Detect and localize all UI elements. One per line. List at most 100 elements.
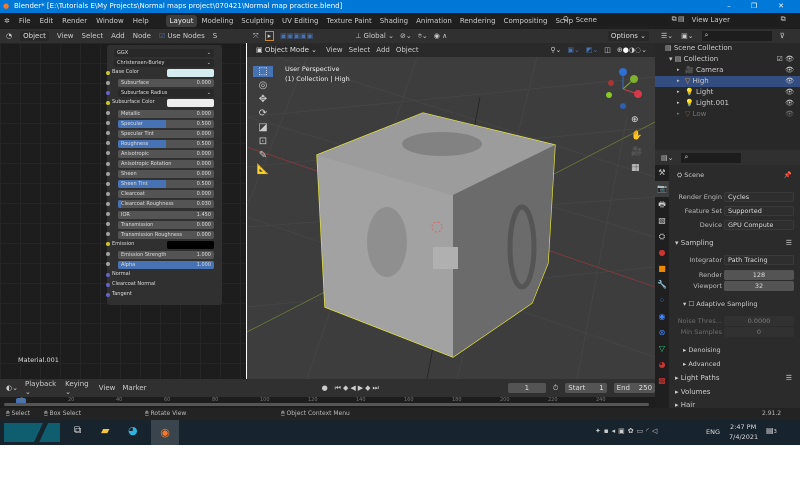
device-dropdown[interactable]: GPU Compute xyxy=(724,220,794,230)
outliner-search-input[interactable]: ⌕ xyxy=(701,31,772,41)
object-mode-dropdown[interactable]: ▣ Object Mode ⌄ xyxy=(253,45,321,55)
input-slider[interactable]: Transmission Roughness 0.000 xyxy=(118,230,214,239)
min-samples-field[interactable]: 0 xyxy=(724,327,794,337)
input-socket-icon[interactable] xyxy=(106,131,110,136)
menu-file[interactable]: File xyxy=(19,17,31,25)
node-input-row[interactable]: Subsurface Color xyxy=(106,98,217,108)
expand-arrow-icon[interactable]: ▸ xyxy=(677,87,680,98)
input-socket-icon[interactable] xyxy=(106,282,110,287)
search-widget[interactable] xyxy=(4,423,60,442)
render-samples-field[interactable]: 128 xyxy=(724,270,794,280)
camera-view-icon[interactable]: 🎥 xyxy=(631,147,642,157)
node-input-row[interactable]: Sheen Tint 0.500 xyxy=(106,179,217,189)
input-socket-icon[interactable] xyxy=(106,141,110,146)
node-input-row[interactable]: Transmission 0.000 xyxy=(106,220,217,230)
input-slider[interactable]: Emission Strength 1.000 xyxy=(118,250,214,259)
input-socket-icon[interactable] xyxy=(106,212,110,216)
world-tab-icon[interactable]: ● xyxy=(655,245,669,261)
node-input-row[interactable]: Specular 0.500 xyxy=(106,119,217,129)
input-slider[interactable]: Subsurface 0.000 xyxy=(118,79,214,88)
node-input-row[interactable]: Alpha 1.000 xyxy=(106,260,217,270)
timeline-scrollbar[interactable] xyxy=(4,403,649,406)
annotate-tool-icon[interactable]: ✎ xyxy=(253,150,273,161)
node-input-row[interactable]: IOR 1.450 xyxy=(106,210,217,220)
editor-type-icon[interactable]: ◔ xyxy=(6,32,12,40)
visibility-eye-icon[interactable]: 👁 xyxy=(785,109,794,120)
tool-tab-icon[interactable]: ⚒ xyxy=(655,165,669,181)
input-socket-icon[interactable] xyxy=(106,90,110,95)
node-input-row[interactable]: Sheen 0.000 xyxy=(106,169,217,179)
advanced-panel[interactable]: ▸ Advanced xyxy=(671,359,794,370)
system-tray-icons[interactable]: ✦▪◂▣✿▭◜◁ xyxy=(595,427,660,435)
node-input-row[interactable]: Subsurface Radius ⌄ xyxy=(106,88,217,98)
visibility-eye-icon[interactable]: 👁 xyxy=(785,87,794,98)
close-button[interactable]: ✕ xyxy=(770,0,792,13)
feature-set-dropdown[interactable]: Supported xyxy=(724,206,794,216)
scale-tool-icon[interactable]: ◪ xyxy=(253,122,273,133)
input-slider[interactable]: IOR 1.450 xyxy=(118,210,214,219)
material-tab-icon[interactable]: ◕ xyxy=(655,357,669,373)
clock-date[interactable]: 7/4/2021 xyxy=(729,433,758,441)
output-tab-icon[interactable]: 🖶 xyxy=(655,197,669,213)
3d-viewport[interactable]: User Perspective (1) Collection | High ⬚… xyxy=(247,57,655,379)
tab-animation[interactable]: Animation xyxy=(412,15,456,27)
input-socket-icon[interactable] xyxy=(106,181,110,186)
input-slider[interactable]: Anisotropic 0.000 xyxy=(118,149,214,158)
adaptive-sampling-header[interactable]: ▾ ☐ Adaptive Sampling xyxy=(671,299,794,310)
blender-menu-icon[interactable]: ✲ xyxy=(4,17,10,25)
selection-mode-icons[interactable]: ▣▣▣▣▣ xyxy=(280,32,313,40)
color-swatch[interactable] xyxy=(167,240,214,249)
menu-render[interactable]: Render xyxy=(62,17,87,25)
node-menu-add[interactable]: Add xyxy=(111,32,125,40)
object-type-dropdown[interactable]: Object xyxy=(20,31,49,41)
transform-tool-icon[interactable]: ⊡ xyxy=(253,136,273,147)
visibility-eye-icon[interactable]: 👁 xyxy=(785,98,794,109)
node-input-row[interactable]: Transmission Roughness 0.000 xyxy=(106,230,217,240)
node-input-row[interactable]: Tangent xyxy=(106,290,217,300)
viewport-samples-field[interactable]: 32 xyxy=(724,281,794,291)
input-socket-icon[interactable] xyxy=(106,151,110,156)
visibility-eye-icon[interactable]: 👁 xyxy=(785,76,794,87)
pin-icon[interactable]: 📌 xyxy=(784,170,792,181)
input-socket-icon[interactable] xyxy=(106,232,110,237)
viewport-menu-object[interactable]: Object xyxy=(396,46,419,54)
physics-tab-icon[interactable]: ◉ xyxy=(655,309,669,325)
display-mode-icon[interactable]: ☰⌄ xyxy=(661,32,673,40)
texture-tab-icon[interactable]: ▩ xyxy=(655,373,669,389)
measure-tool-icon[interactable]: 📐 xyxy=(253,164,273,175)
node-input-row[interactable]: Roughness 0.500 xyxy=(106,139,217,149)
current-frame-field[interactable]: 1 xyxy=(507,383,546,393)
pivot-icon[interactable]: ⊘⌄ xyxy=(400,32,412,40)
options-dropdown[interactable]: Options ⌄ xyxy=(607,31,649,41)
overlay-toggle-icon[interactable]: ◩⌄ xyxy=(586,46,598,54)
move-tool-icon[interactable]: ✥ xyxy=(253,94,273,105)
filter-view-icon[interactable]: ▣⌄ xyxy=(681,32,693,40)
input-socket-icon[interactable] xyxy=(106,80,110,85)
expand-arrow-icon[interactable]: ▸ xyxy=(677,109,680,120)
menu-edit[interactable]: Edit xyxy=(40,17,54,25)
node-input-row[interactable]: Clearcoat 0.000 xyxy=(106,189,217,199)
node-input-row[interactable]: Specular Tint 0.000 xyxy=(106,129,217,139)
clock-time[interactable]: 2:47 PM xyxy=(730,423,756,431)
timeline-editor-icon[interactable]: ◐⌄ xyxy=(6,384,18,392)
view-layer-icon[interactable]: ▤ xyxy=(678,15,685,26)
start-frame-field[interactable]: Start 1 xyxy=(565,383,607,393)
expand-arrow-icon[interactable]: ▸ xyxy=(677,98,680,109)
visibility-icon[interactable]: ⚲⌄ xyxy=(550,46,561,54)
new-view-layer-icon[interactable]: ⧉ xyxy=(781,15,786,26)
input-slider[interactable]: Specular Tint 0.000 xyxy=(118,129,214,138)
node-input-row[interactable]: Anisotropic 0.000 xyxy=(106,149,217,159)
rotate-tool-icon[interactable]: ⟳ xyxy=(253,108,273,119)
node-input-row[interactable]: Emission xyxy=(106,240,217,250)
input-socket-icon[interactable] xyxy=(106,262,110,267)
constraints-tab-icon[interactable]: ⊛ xyxy=(655,325,669,341)
gizmo-toggle-icon[interactable]: ▣⌄ xyxy=(567,46,579,54)
node-menu-view[interactable]: View xyxy=(57,32,74,40)
filter-icon[interactable]: ⊽ xyxy=(780,32,785,40)
new-scene-icon[interactable]: ⧉ xyxy=(672,15,677,26)
object-tab-icon[interactable]: ■ xyxy=(655,261,669,277)
playback-controls[interactable]: ⏮◆◀▶◆⏭ xyxy=(335,384,381,393)
expand-arrow-icon[interactable]: ▸ xyxy=(677,65,680,76)
input-socket-icon[interactable] xyxy=(106,70,110,75)
input-socket-icon[interactable] xyxy=(106,111,110,116)
